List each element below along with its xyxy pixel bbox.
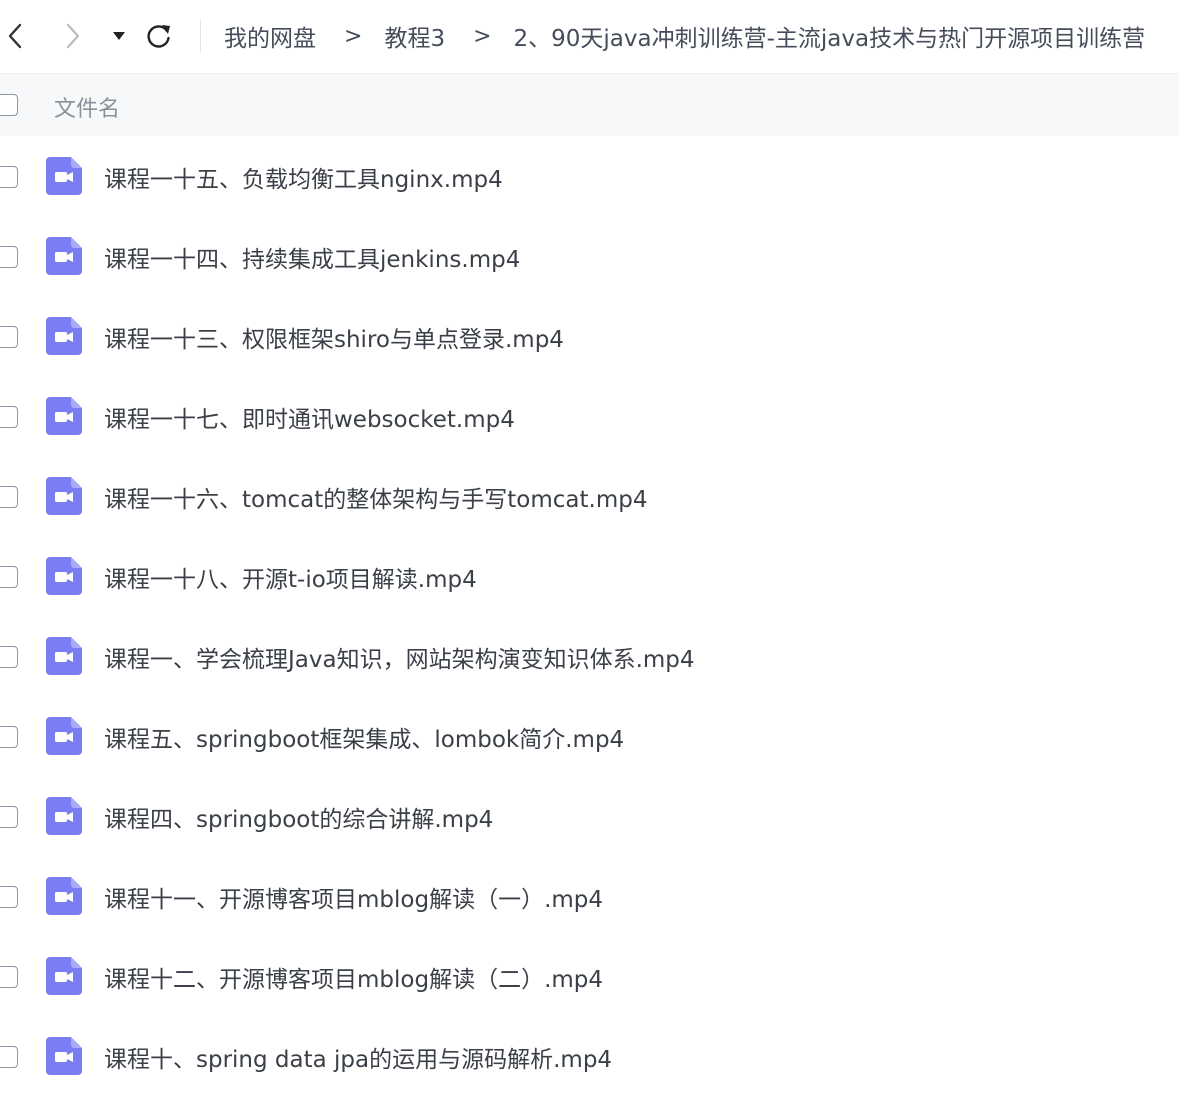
caret-down-icon [113, 32, 125, 40]
video-file-icon [46, 397, 82, 435]
video-file-icon [46, 237, 82, 275]
forward-button[interactable] [58, 18, 88, 54]
file-name[interactable]: 课程五、springboot框架集成、lombok简介.mp4 [104, 720, 624, 754]
file-name[interactable]: 课程一十五、负载均衡工具nginx.mp4 [104, 160, 503, 194]
chevron-left-icon [8, 23, 22, 49]
file-row-checkbox[interactable] [0, 726, 18, 748]
refresh-icon [147, 25, 170, 48]
file-row[interactable]: 课程一十七、即时通讯websocket.mp4 [0, 376, 1179, 456]
chevron-right-icon [66, 23, 80, 49]
file-row-checkbox[interactable] [0, 566, 18, 588]
file-name[interactable]: 课程一十七、即时通讯websocket.mp4 [104, 400, 515, 434]
column-header-filename[interactable]: 文件名 [54, 91, 120, 123]
file-row-checkbox[interactable] [0, 966, 18, 988]
file-row-checkbox[interactable] [0, 886, 18, 908]
file-row[interactable]: 课程十一、开源博客项目mblog解读（一）.mp4 [0, 856, 1179, 936]
video-file-icon [46, 1037, 82, 1075]
file-name[interactable]: 课程一十三、权限框架shiro与单点登录.mp4 [104, 320, 564, 354]
file-row[interactable]: 课程一十五、负载均衡工具nginx.mp4 [0, 136, 1179, 216]
file-name[interactable]: 课程一十六、tomcat的整体架构与手写tomcat.mp4 [104, 480, 647, 514]
file-row[interactable]: 课程一、学会梳理Java知识，网站架构演变知识体系.mp4 [0, 616, 1179, 696]
refresh-button[interactable] [144, 18, 174, 54]
file-row-checkbox[interactable] [0, 646, 18, 668]
breadcrumb-item-tutorial3[interactable]: 教程3 [384, 19, 445, 53]
file-row[interactable]: 课程十二、开源博客项目mblog解读（二）.mp4 [0, 936, 1179, 1016]
file-name[interactable]: 课程一十八、开源t-io项目解读.mp4 [104, 560, 477, 594]
file-row-checkbox[interactable] [0, 326, 18, 348]
file-name[interactable]: 课程四、springboot的综合讲解.mp4 [104, 800, 493, 834]
breadcrumb-separator: > [473, 23, 492, 49]
history-dropdown-button[interactable] [104, 18, 134, 54]
breadcrumb: 我的网盘 > 教程3 > 2、90天java冲刺训练营-主流java技术与热门开… [224, 0, 1145, 72]
video-file-icon [46, 317, 82, 355]
file-row-checkbox[interactable] [0, 406, 18, 428]
toolbar-divider [200, 20, 201, 52]
file-row-checkbox[interactable] [0, 166, 18, 188]
video-file-icon [46, 477, 82, 515]
file-row-checkbox[interactable] [0, 1046, 18, 1068]
video-file-icon [46, 877, 82, 915]
video-file-icon [46, 637, 82, 675]
select-all-checkbox[interactable] [0, 94, 18, 116]
navigation-toolbar: 我的网盘 > 教程3 > 2、90天java冲刺训练营-主流java技术与热门开… [0, 0, 1179, 72]
file-name[interactable]: 课程一十四、持续集成工具jenkins.mp4 [104, 240, 520, 274]
file-row[interactable]: 课程一十三、权限框架shiro与单点登录.mp4 [0, 296, 1179, 376]
file-row[interactable]: 课程一十六、tomcat的整体架构与手写tomcat.mp4 [0, 456, 1179, 536]
file-name[interactable]: 课程十二、开源博客项目mblog解读（二）.mp4 [104, 960, 603, 994]
file-list: 课程一十五、负载均衡工具nginx.mp4 课程一十四、持续集成工具jenkins… [0, 136, 1179, 1096]
breadcrumb-item-current-folder[interactable]: 2、90天java冲刺训练营-主流java技术与热门开源项目训练营 [514, 19, 1146, 53]
file-row[interactable]: 课程一十八、开源t-io项目解读.mp4 [0, 536, 1179, 616]
file-row[interactable]: 课程一十四、持续集成工具jenkins.mp4 [0, 216, 1179, 296]
video-file-icon [46, 797, 82, 835]
video-file-icon [46, 957, 82, 995]
file-row-checkbox[interactable] [0, 806, 18, 828]
file-row-checkbox[interactable] [0, 486, 18, 508]
file-row[interactable]: 课程五、springboot框架集成、lombok简介.mp4 [0, 696, 1179, 776]
breadcrumb-item-my-drive[interactable]: 我的网盘 [224, 19, 316, 53]
video-file-icon [46, 557, 82, 595]
file-row-checkbox[interactable] [0, 246, 18, 268]
file-name[interactable]: 课程十一、开源博客项目mblog解读（一）.mp4 [104, 880, 603, 914]
back-button[interactable] [0, 18, 30, 54]
video-file-icon [46, 717, 82, 755]
file-list-header: 文件名 [0, 73, 1179, 136]
file-row[interactable]: 课程十、spring data jpa的运用与源码解析.mp4 [0, 1016, 1179, 1096]
file-name[interactable]: 课程十、spring data jpa的运用与源码解析.mp4 [104, 1040, 612, 1074]
video-file-icon [46, 157, 82, 195]
breadcrumb-separator: > [344, 23, 363, 49]
file-name[interactable]: 课程一、学会梳理Java知识，网站架构演变知识体系.mp4 [104, 640, 695, 674]
file-row[interactable]: 课程四、springboot的综合讲解.mp4 [0, 776, 1179, 856]
